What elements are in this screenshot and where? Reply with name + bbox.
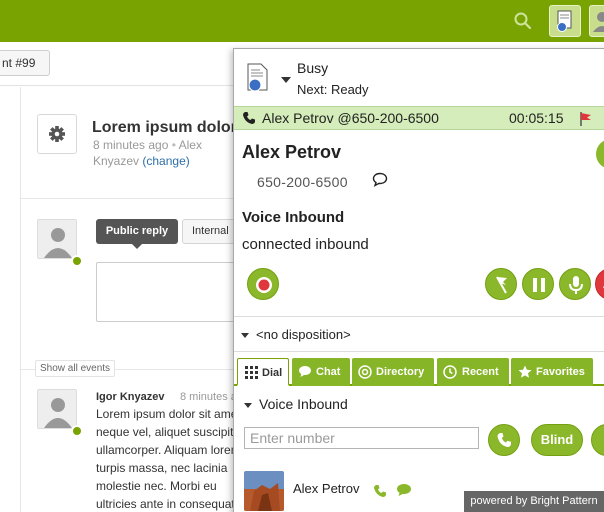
disposition-selector[interactable]: <no disposition> [256,327,351,342]
agent-status-icon[interactable] [246,63,270,93]
call-state: connected inbound [242,236,369,253]
active-call-label: Alex Petrov @650-200-6500 [262,110,439,126]
avatar [37,219,77,259]
call-type: Voice Inbound [242,209,345,226]
comment-text-line: neque vel, aliquet suscipit [96,425,233,439]
comment-text-line: turpis massa, nec lacinia [96,461,228,475]
status-dropdown-caret-icon[interactable] [281,77,291,83]
avatar [37,389,77,429]
dialpad-icon [245,366,258,379]
comment-text-line: ultricies ante in consequat [96,497,233,511]
chat-icon[interactable] [396,483,412,497]
phone-icon [489,433,521,461]
phone-icon[interactable] [373,484,387,498]
dial-button[interactable] [488,424,520,456]
at-icon [358,365,372,379]
comment-text-line: Lorem ipsum dolor sit amet [96,407,233,421]
comment-text-line: ullamcorper. Aliquam lorem [96,443,233,457]
agent-next-status: Next: Ready [297,82,369,97]
tab-label: Recent [462,366,499,378]
dial-tabs: Dial Chat Directory Recent Favorites [234,352,604,386]
chat-icon [299,366,311,377]
divider [20,87,21,512]
ticket-meta-line2: Knyazev (change) [93,154,190,168]
tab-dial[interactable]: Dial [237,358,289,386]
show-all-events-button[interactable]: Show all events [35,360,116,377]
ticket-tab[interactable]: nt #99 [0,50,50,76]
user-menu-button[interactable] [589,5,604,37]
comment-author[interactable]: Igor Knyazev [96,391,164,403]
flag-icon[interactable] [579,111,593,127]
search-icon[interactable] [513,11,533,31]
ticket-subbar: nt #99 [0,42,233,86]
flag-call-button[interactable] [485,268,517,300]
mute-button[interactable] [559,268,591,300]
online-status-icon [71,425,83,437]
record-button[interactable] [247,268,279,300]
start-chat-button[interactable] [591,424,604,456]
dial-service-selector[interactable]: Voice Inbound [259,396,348,412]
public-reply-tab[interactable]: Public reply [96,219,178,244]
ticket-meta: 8 minutes ago • Alex [93,138,202,152]
tab-recent[interactable]: Recent [437,358,509,386]
hold-button[interactable] [522,268,554,300]
blind-transfer-button[interactable]: Blind [531,424,583,456]
active-call-bar[interactable]: Alex Petrov @650-200-6500 00:05:15 [234,106,604,130]
agent-desktop-icon [550,10,580,40]
contact-photo [244,471,284,511]
disposition-caret-icon[interactable] [241,333,249,338]
star-icon [518,365,532,378]
ticket-title: Lorem ipsum dolor [92,119,233,136]
comment-text-line: molestie nec. Morbi eu [96,479,217,493]
service-caret-icon[interactable] [244,403,252,408]
tab-favorites[interactable]: Favorites [511,358,593,386]
tab-label: Directory [376,366,425,378]
reply-textarea[interactable] [96,262,241,322]
tab-label: Favorites [536,366,585,378]
hangup-button[interactable] [595,268,604,300]
tab-chat[interactable]: Chat [292,358,350,386]
ticket-assignee-first: Alex [178,138,202,152]
divider [234,316,604,317]
agent-status-area: Busy Next: Ready [234,49,604,107]
powered-by-badge: powered by Bright Pattern [464,491,604,512]
tab-directory[interactable]: Directory [352,358,434,386]
top-bar [0,0,604,42]
contact-name: Alex Petrov [242,142,342,162]
user-icon [590,12,604,40]
ticket-time: 8 minutes ago [93,138,169,152]
change-assignee-link[interactable]: (change) [142,154,189,168]
phone-icon [242,111,256,125]
ticket-assignee-last: Knyazev [93,154,140,168]
add-contact-button[interactable] [596,139,604,169]
divider [20,198,233,199]
ticket-settings-button[interactable] [37,114,77,154]
contact-phone: 650-200-6500 [257,174,348,190]
number-input[interactable] [244,427,479,449]
ticket-view: nt #99 Lorem ipsum dolor 8 minutes ago •… [0,42,249,512]
caret-icon [132,244,142,249]
agent-desktop-button[interactable] [549,5,581,37]
clock-icon [443,365,457,379]
chat-bubble-icon[interactable] [372,172,388,187]
agent-desktop-panel: Busy Next: Ready Alex Petrov @650-200-65… [233,48,604,512]
gear-icon [38,126,76,157]
online-status-icon [71,255,83,267]
tab-label: Chat [316,366,341,378]
favorite-contact-name[interactable]: Alex Petrov [293,481,359,496]
call-timer: 00:05:15 [509,110,564,126]
tab-label: Dial [262,367,283,379]
agent-status[interactable]: Busy [297,60,328,76]
